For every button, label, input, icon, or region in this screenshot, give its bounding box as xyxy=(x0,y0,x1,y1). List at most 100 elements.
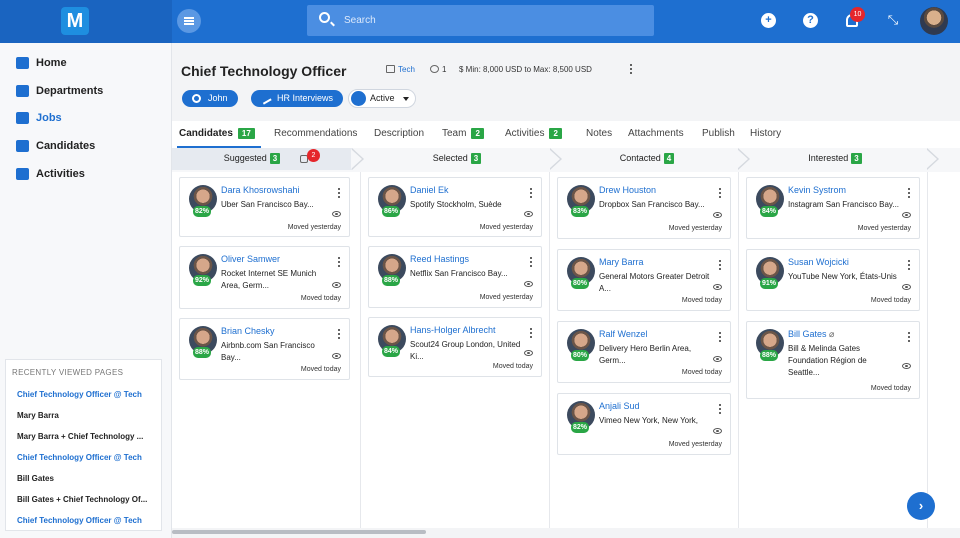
recent-item[interactable]: Mary Barra xyxy=(17,411,59,420)
candidate-card[interactable]: 82% Anjali Sud Vimeo New York, New York,… xyxy=(557,393,731,455)
recent-item[interactable]: Chief Technology Officer @ Tech xyxy=(17,390,142,399)
stage-contacted[interactable]: Contacted 4 xyxy=(552,148,742,170)
owner-name: John xyxy=(208,93,228,103)
candidate-name[interactable]: Mary Barra xyxy=(599,257,644,267)
candidate-card[interactable]: 88% Bill Gates ⌀ Bill & Melinda Gates Fo… xyxy=(746,321,920,399)
salary-text: Min: 8,000 USD to Max: 8,500 USD xyxy=(465,65,592,74)
card-more-options-icon[interactable] xyxy=(337,257,341,269)
eye-icon[interactable] xyxy=(713,356,722,362)
tab-notes[interactable]: Notes xyxy=(586,128,612,139)
candidate-name[interactable]: Bill Gates ⌀ xyxy=(788,329,834,340)
logo-area: M xyxy=(0,0,172,43)
horizontal-scrollbar[interactable] xyxy=(172,528,960,538)
eye-icon[interactable] xyxy=(332,211,341,217)
calendar-star-icon xyxy=(16,168,29,180)
moved-text: Moved today xyxy=(300,366,341,373)
user-avatar[interactable] xyxy=(920,7,948,35)
card-more-options-icon[interactable] xyxy=(529,328,533,340)
card-more-options-icon[interactable] xyxy=(718,332,722,344)
stage-interested[interactable]: Interested 3 xyxy=(740,148,930,170)
candidate-card[interactable]: 84% Kevin Systrom Instagram San Francisc… xyxy=(746,177,920,239)
recent-item[interactable]: Bill Gates xyxy=(17,474,54,483)
tab-activities[interactable]: Activities 2 xyxy=(505,128,562,139)
eye-icon[interactable] xyxy=(902,363,911,369)
eye-icon[interactable] xyxy=(713,428,722,434)
card-more-options-icon[interactable] xyxy=(337,329,341,341)
eye-icon[interactable] xyxy=(524,281,533,287)
search-icon xyxy=(319,12,330,23)
eye-icon[interactable] xyxy=(713,284,722,290)
candidate-name[interactable]: Anjali Sud xyxy=(599,401,640,411)
tab-candidates[interactable]: Candidates 17 xyxy=(179,128,255,139)
match-score-badge: 80% xyxy=(571,278,590,289)
card-more-options-icon[interactable] xyxy=(718,188,722,200)
card-more-options-icon[interactable] xyxy=(907,260,911,272)
next-page-button[interactable]: › xyxy=(907,492,935,520)
stage-selected[interactable]: Selected 3 xyxy=(362,148,552,170)
candidate-card[interactable]: 84% Hans-Holger Albrecht Scout24 Group L… xyxy=(368,317,542,377)
candidate-name[interactable]: Susan Wojcicki xyxy=(788,257,849,267)
card-more-options-icon[interactable] xyxy=(529,257,533,269)
tab-attachments[interactable]: Attachments xyxy=(628,128,684,139)
eye-icon[interactable] xyxy=(524,211,533,217)
app-logo[interactable]: M xyxy=(61,7,89,35)
candidate-name[interactable]: Kevin Systrom xyxy=(788,185,846,195)
trend-icon xyxy=(259,92,272,105)
candidate-name[interactable]: Ralf Wenzel xyxy=(599,329,647,339)
eye-icon[interactable] xyxy=(902,284,911,290)
owner-chip[interactable]: John xyxy=(182,90,238,107)
candidate-card[interactable]: 92% Oliver Samwer Rocket Internet SE Mun… xyxy=(179,246,350,309)
recent-item[interactable]: Chief Technology Officer @ Tech xyxy=(17,516,142,525)
status-dropdown[interactable]: Active xyxy=(348,89,416,108)
candidate-name[interactable]: Hans-Holger Albrecht xyxy=(410,325,496,335)
fullscreen-icon[interactable]: ⤡ xyxy=(886,12,900,28)
scrollbar-thumb[interactable] xyxy=(172,530,426,534)
candidate-card[interactable]: 86% Daniel Ek Spotify Stockholm, Suède M… xyxy=(368,177,542,237)
tab-recommendations[interactable]: Recommendations xyxy=(274,128,357,139)
card-more-options-icon[interactable] xyxy=(337,188,341,200)
candidate-name[interactable]: Reed Hastings xyxy=(410,254,469,264)
job-more-options-icon[interactable] xyxy=(629,64,633,76)
search-bar[interactable] xyxy=(307,5,654,36)
tab-description[interactable]: Description xyxy=(374,128,424,139)
eye-icon[interactable] xyxy=(524,350,533,356)
candidate-card[interactable]: 88% Brian Chesky Airbnb.com San Francisc… xyxy=(179,318,350,380)
candidate-name[interactable]: Dara Khosrowshahi xyxy=(221,185,300,195)
eye-icon[interactable] xyxy=(332,282,341,288)
candidate-card[interactable]: 80% Ralf Wenzel Delivery Hero Berlin Are… xyxy=(557,321,731,383)
recent-item[interactable]: Chief Technology Officer @ Tech xyxy=(17,453,142,462)
tab-team[interactable]: Team 2 xyxy=(442,128,484,139)
candidate-card[interactable]: 82% Dara Khosrowshahi Uber San Francisco… xyxy=(179,177,350,237)
tab-publish[interactable]: Publish xyxy=(702,128,735,139)
paperclip-icon: ⌀ xyxy=(829,329,835,339)
candidate-name[interactable]: Drew Houston xyxy=(599,185,656,195)
stage-type-chip[interactable]: HR Interviews xyxy=(251,90,343,107)
candidate-card[interactable]: 83% Drew Houston Dropbox San Francisco B… xyxy=(557,177,731,239)
tab-history[interactable]: History xyxy=(750,128,781,139)
help-button[interactable]: ? xyxy=(803,13,818,28)
recently-viewed-panel: RECENTLY VIEWED PAGES Chief Technology O… xyxy=(5,359,162,531)
candidate-card[interactable]: 80% Mary Barra General Motors Greater De… xyxy=(557,249,731,311)
match-score-badge: 84% xyxy=(382,346,401,357)
search-input[interactable] xyxy=(344,11,634,29)
card-more-options-icon[interactable] xyxy=(718,404,722,416)
candidate-card[interactable]: 88% Reed Hastings Netflix San Francisco … xyxy=(368,246,542,308)
recent-item[interactable]: Bill Gates + Chief Technology Of... xyxy=(17,495,147,504)
card-more-options-icon[interactable] xyxy=(529,188,533,200)
candidate-card[interactable]: 91% Susan Wojcicki YouTube New York, Éta… xyxy=(746,249,920,311)
department-link[interactable]: Tech xyxy=(398,65,415,74)
card-more-options-icon[interactable] xyxy=(718,260,722,272)
candidate-name[interactable]: Daniel Ek xyxy=(410,185,449,195)
card-more-options-icon[interactable] xyxy=(907,188,911,200)
card-more-options-icon[interactable] xyxy=(907,332,911,344)
candidate-name[interactable]: Brian Chesky xyxy=(221,326,275,336)
job-department[interactable]: Tech xyxy=(386,65,415,74)
add-button[interactable]: + xyxy=(761,13,776,28)
eye-icon[interactable] xyxy=(713,212,722,218)
candidate-name[interactable]: Oliver Samwer xyxy=(221,254,280,264)
home-icon xyxy=(16,57,29,69)
recent-item[interactable]: Mary Barra + Chief Technology ... xyxy=(17,432,143,441)
eye-icon[interactable] xyxy=(332,353,341,359)
menu-toggle-button[interactable] xyxy=(177,9,201,33)
eye-icon[interactable] xyxy=(902,212,911,218)
